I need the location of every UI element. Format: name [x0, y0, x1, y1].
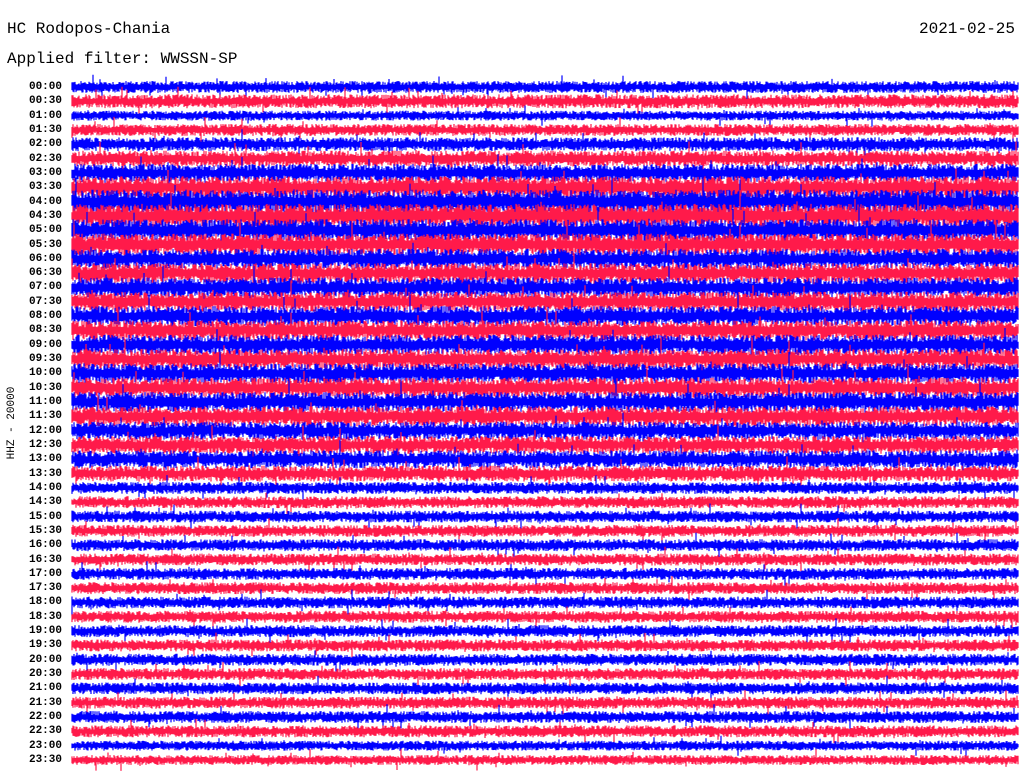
seismic-trace	[71, 105, 1019, 127]
seismic-trace	[71, 546, 1019, 573]
seismic-trace	[71, 518, 1019, 544]
seismic-trace	[71, 690, 1019, 715]
seismic-trace	[71, 576, 1019, 601]
seismic-trace	[71, 492, 1019, 515]
helicorder-plot	[71, 74, 1019, 771]
seismic-trace	[71, 749, 1019, 771]
seismic-trace	[71, 503, 1019, 530]
seismic-trace	[71, 735, 1019, 757]
seismic-trace	[71, 532, 1019, 558]
